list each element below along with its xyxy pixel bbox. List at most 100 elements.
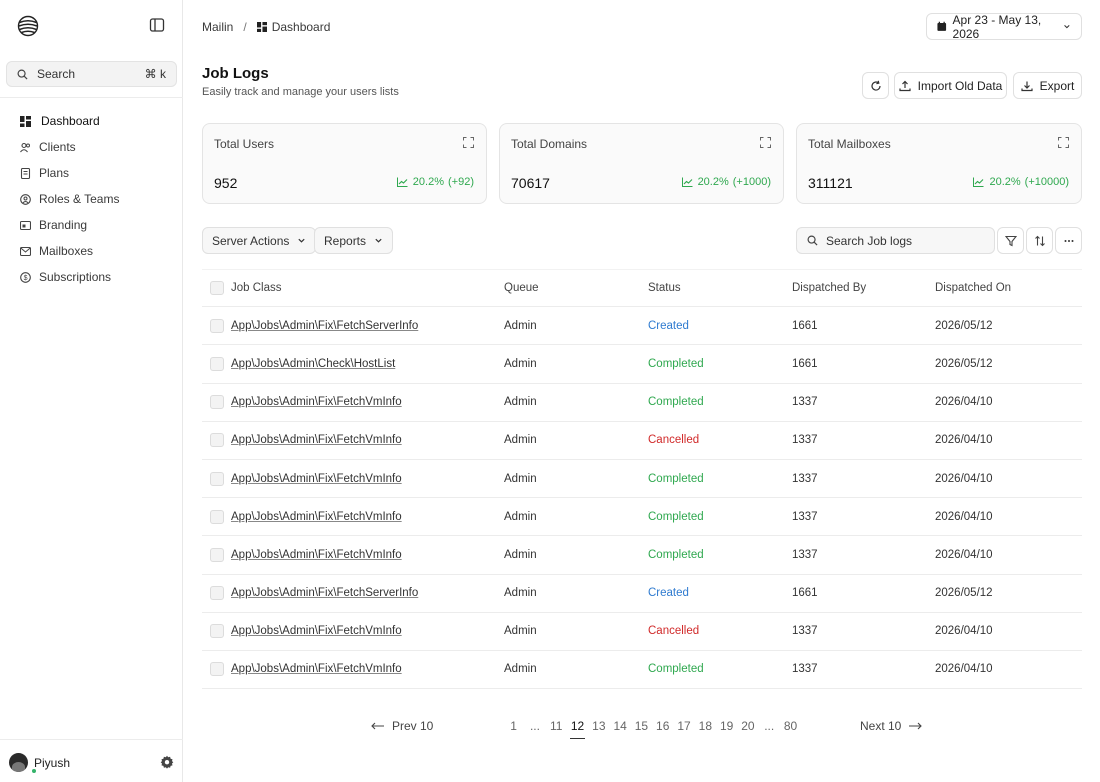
expand-icon[interactable] [1058,137,1069,148]
trend-delta: (+10000) [1024,176,1069,188]
column-header-dispatched-by[interactable]: Dispatched By [792,282,935,294]
column-header-dispatched-on[interactable]: Dispatched On [935,282,1075,294]
dispatched-on-cell: 2026/05/12 [935,587,993,600]
expand-icon[interactable] [463,137,474,148]
column-header-queue[interactable]: Queue [504,282,648,294]
table-row: App\Jobs\Admin\Fix\FetchVmInfo Admin Com… [202,384,1082,422]
sidebar-item-roles-teams[interactable]: Roles & Teams [0,186,183,212]
sidebar-toggle-icon[interactable] [149,17,165,33]
table-row: App\Jobs\Admin\Fix\FetchVmInfo Admin Com… [202,460,1082,499]
trend-up-icon [396,177,408,187]
sidebar-item-label: Mailboxes [39,244,94,258]
row-checkbox[interactable] [210,471,224,486]
row-checkbox[interactable] [210,356,224,371]
next-page-label: Next 10 [860,719,902,733]
column-header-status[interactable]: Status [648,282,792,294]
job-logs-search[interactable] [796,227,995,254]
table-row: App\Jobs\Admin\Fix\FetchVmInfo Admin Com… [202,651,1082,690]
dashboard-icon [19,115,31,127]
page-link[interactable]: 80 [780,719,801,733]
row-checkbox[interactable] [210,318,224,333]
job-class-link[interactable]: App\Jobs\Admin\Fix\FetchVmInfo [231,511,402,523]
dashboard-icon [256,22,267,32]
date-range-picker[interactable]: Apr 23 - May 13, 2026 [926,13,1082,41]
server-actions-dropdown[interactable]: Server Actions [202,227,317,254]
page-link-current[interactable]: 12 [567,719,588,739]
sidebar-search[interactable]: Search ⌘ k [6,61,177,87]
avatar [9,753,28,772]
status-cell: Completed [648,663,704,676]
page-link[interactable]: 15 [631,719,652,733]
sidebar-item-clients[interactable]: Clients [0,134,183,160]
refresh-button[interactable] [862,72,889,99]
trend-up-icon [681,177,693,187]
job-class-link[interactable]: App\Jobs\Admin\Check\HostList [231,358,395,370]
dispatched-on-cell: 2026/04/10 [935,434,993,447]
chevron-down-icon [298,238,305,243]
page-link[interactable]: 14 [609,719,630,733]
row-checkbox[interactable] [210,662,224,677]
row-checkbox[interactable] [210,547,224,562]
job-class-link[interactable]: App\Jobs\Admin\Fix\FetchVmInfo [231,396,402,408]
row-checkbox[interactable] [210,624,224,639]
filter-button[interactable] [997,227,1024,254]
job-class-link[interactable]: App\Jobs\Admin\Fix\FetchVmInfo [231,663,402,675]
globe-logo-icon[interactable] [17,15,39,37]
stat-card-total-users: Total Users 952 20.2% (+92) [202,123,487,204]
dispatched-by-cell: 1661 [792,319,818,332]
breadcrumb-separator: / [243,20,247,34]
sidebar-item-subscriptions[interactable]: $ Subscriptions [0,264,183,290]
page-link[interactable]: 20 [737,719,758,733]
table-row: App\Jobs\Admin\Fix\FetchVmInfo Admin Can… [202,613,1082,651]
export-button[interactable]: Export [1013,72,1082,99]
job-class-link[interactable]: App\Jobs\Admin\Fix\FetchVmInfo [231,473,402,485]
prev-page-button[interactable]: Prev 10 [371,719,433,733]
job-class-link[interactable]: App\Jobs\Admin\Fix\FetchServerInfo [231,320,418,332]
page-numbers: 1 ... 11 12 13 14 15 16 17 18 19 20 ... … [503,719,801,739]
import-old-data-button[interactable]: Import Old Data [894,72,1007,99]
job-class-link[interactable]: App\Jobs\Admin\Fix\FetchVmInfo [231,625,402,637]
sidebar-item-mailboxes[interactable]: Mailboxes [0,238,183,264]
page-ellipsis: ... [764,719,775,733]
page-link[interactable]: 13 [588,719,609,733]
gear-icon[interactable] [160,755,174,769]
job-class-link[interactable]: App\Jobs\Admin\Fix\FetchServerInfo [231,587,418,599]
more-options-button[interactable] [1055,227,1082,254]
page-link[interactable]: 18 [695,719,716,733]
page-link[interactable]: 17 [673,719,694,733]
page-link[interactable]: 16 [652,719,673,733]
chevron-down-icon [375,238,382,243]
job-class-link[interactable]: App\Jobs\Admin\Fix\FetchVmInfo [231,434,402,446]
dispatched-on-cell: 2026/04/10 [935,625,993,638]
user-profile[interactable]: Piyush [9,753,70,774]
pagination: Prev 10 1 ... 11 12 13 14 15 16 17 18 19… [0,719,1100,739]
stat-label: Total Domains [511,137,588,151]
row-checkbox[interactable] [210,433,224,448]
expand-icon[interactable] [760,137,771,148]
page-link[interactable]: 19 [716,719,737,733]
next-page-button[interactable]: Next 10 [860,719,923,733]
sidebar-item-branding[interactable]: Branding [0,212,183,238]
sidebar-item-plans[interactable]: Plans [0,160,183,186]
select-all-checkbox[interactable] [210,281,224,296]
row-checkbox[interactable] [210,586,224,601]
queue-cell: Admin [504,319,537,332]
upload-icon [899,80,911,91]
dispatched-by-cell: 1337 [792,548,818,561]
reports-dropdown[interactable]: Reports [314,227,394,254]
arrow-right-icon [909,722,923,730]
breadcrumb: Mailin / Dashboard [202,20,330,34]
job-logs-search-input[interactable] [826,233,976,248]
job-class-link[interactable]: App\Jobs\Admin\Fix\FetchVmInfo [231,549,402,561]
queue-cell: Admin [504,625,537,638]
status-cell: Cancelled [648,625,700,638]
sort-button[interactable] [1026,227,1053,254]
column-header-job-class[interactable]: Job Class [231,282,504,294]
row-checkbox[interactable] [210,395,224,410]
sidebar-item-dashboard[interactable]: Dashboard [0,108,183,134]
row-checkbox[interactable] [210,509,224,524]
page-link[interactable]: 11 [546,719,567,733]
page-link[interactable]: 1 [503,719,524,733]
breadcrumb-root[interactable]: Mailin [202,20,233,34]
chevron-down-icon [1064,24,1070,29]
